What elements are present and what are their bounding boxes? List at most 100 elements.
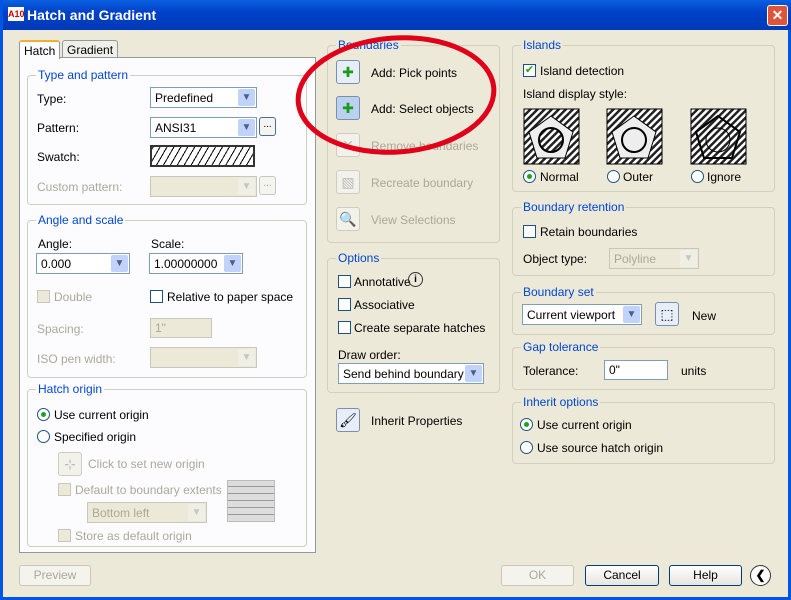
chevron-down-icon: ▼ bbox=[188, 504, 205, 521]
spacing-input[interactable]: 1" bbox=[150, 318, 212, 338]
angle-value: 0.000 bbox=[41, 257, 72, 271]
custom-pattern-browse-button[interactable]: ... bbox=[259, 176, 276, 195]
iso-pen-width-select[interactable]: ▼ bbox=[150, 347, 257, 368]
boundary-set-select[interactable]: Current viewport ▼ bbox=[522, 304, 642, 325]
angle-label: Angle: bbox=[38, 237, 73, 251]
inherit-source-origin-label: Use source hatch origin bbox=[537, 441, 664, 455]
default-extents-label: Default to boundary extents bbox=[75, 483, 222, 497]
group-legend: Boundaries bbox=[336, 38, 401, 52]
associative-label: Associative bbox=[354, 298, 415, 312]
angle-select[interactable]: 0.000 ▼ bbox=[36, 253, 130, 274]
group-legend: Hatch origin bbox=[36, 382, 105, 396]
specified-origin-radio[interactable] bbox=[37, 430, 50, 443]
ignore-style-icon bbox=[690, 108, 747, 165]
inherit-current-origin-radio[interactable] bbox=[520, 418, 533, 431]
inherit-source-origin-radio[interactable] bbox=[520, 441, 533, 454]
preview-button[interactable]: Preview bbox=[19, 565, 91, 586]
double-label: Double bbox=[54, 290, 93, 304]
chevron-down-icon: ▼ bbox=[238, 349, 255, 366]
store-default-origin-checkbox[interactable] bbox=[58, 529, 71, 542]
help-button[interactable]: Help bbox=[669, 565, 742, 586]
set-origin-button[interactable]: ⊹ bbox=[58, 452, 82, 476]
object-type-select[interactable]: Polyline ▼ bbox=[609, 248, 699, 269]
island-detection-checkbox[interactable]: ✔ bbox=[523, 64, 536, 77]
magnifier-icon: 🔍 bbox=[339, 211, 357, 227]
group-legend: Boundary retention bbox=[521, 200, 627, 214]
island-normal-radio[interactable] bbox=[523, 170, 536, 183]
default-extents-checkbox[interactable] bbox=[58, 483, 71, 496]
island-normal-label: Normal bbox=[540, 170, 579, 184]
object-type-label: Object type: bbox=[523, 252, 588, 266]
pattern-select[interactable]: ANSI31 ▼ bbox=[150, 117, 257, 138]
group-legend: Gap tolerance bbox=[521, 340, 601, 354]
origin-position-select[interactable]: Bottom left ▼ bbox=[87, 502, 207, 523]
retain-boundaries-checkbox[interactable] bbox=[523, 225, 536, 238]
view-selections-label: View Selections bbox=[371, 213, 456, 227]
draw-order-select[interactable]: Send behind boundary ▼ bbox=[338, 363, 484, 384]
island-ignore-label: Ignore bbox=[707, 170, 742, 184]
group-legend: Angle and scale bbox=[36, 213, 126, 227]
scale-select[interactable]: 1.00000000 ▼ bbox=[149, 253, 243, 274]
tab-hatch[interactable]: Hatch bbox=[19, 40, 61, 59]
retain-boundaries-label: Retain boundaries bbox=[540, 225, 638, 239]
associative-checkbox[interactable] bbox=[338, 298, 351, 311]
iso-pen-width-label: ISO pen width: bbox=[37, 352, 116, 366]
add-select-objects-button[interactable]: ✚ bbox=[336, 96, 360, 120]
add-pick-points-icon: ✚ bbox=[342, 64, 354, 80]
group-legend: Inherit options bbox=[521, 395, 601, 409]
add-select-objects-label: Add: Select objects bbox=[371, 102, 474, 116]
pattern-label: Pattern: bbox=[37, 121, 80, 135]
type-value: Predefined bbox=[155, 91, 214, 105]
new-label: New bbox=[692, 309, 717, 323]
island-style-label: Island display style: bbox=[523, 87, 628, 101]
annotative-checkbox[interactable] bbox=[338, 275, 351, 288]
scale-label: Scale: bbox=[151, 237, 185, 251]
use-current-origin-radio[interactable] bbox=[37, 408, 50, 421]
separate-hatches-checkbox[interactable] bbox=[338, 321, 351, 334]
draw-order-label: Draw order: bbox=[338, 348, 401, 362]
island-outer-radio[interactable] bbox=[607, 170, 620, 183]
custom-pattern-select[interactable]: ▼ bbox=[150, 176, 257, 197]
title-bar: A10 Hatch and Gradient ✕ bbox=[3, 0, 791, 30]
type-select[interactable]: Predefined ▼ bbox=[150, 87, 257, 108]
draw-order-value: Send behind boundary bbox=[343, 367, 464, 381]
double-checkbox[interactable] bbox=[37, 290, 50, 303]
pattern-browse-button[interactable]: ... bbox=[259, 117, 276, 136]
info-icon[interactable]: i bbox=[408, 272, 423, 287]
add-select-objects-icon: ✚ bbox=[342, 100, 354, 116]
add-pick-points-button[interactable]: ✚ bbox=[336, 60, 360, 84]
origin-preview-icon bbox=[227, 480, 275, 522]
view-selections-button[interactable]: 🔍 bbox=[336, 207, 360, 231]
tab-gradient[interactable]: Gradient bbox=[62, 40, 119, 58]
select-cursor-icon: ⬚ bbox=[660, 306, 674, 322]
scale-value: 1.00000000 bbox=[154, 257, 218, 271]
close-button[interactable]: ✕ bbox=[767, 5, 788, 26]
separate-hatches-label: Create separate hatches bbox=[354, 321, 486, 335]
island-detection-label: Island detection bbox=[540, 64, 625, 78]
paintbrush-icon: 🖌 bbox=[339, 412, 357, 428]
remove-boundaries-button[interactable]: ✕ bbox=[336, 133, 360, 157]
new-boundary-set-button[interactable]: ⬚ bbox=[655, 302, 679, 326]
ok-button[interactable]: OK bbox=[501, 565, 574, 586]
island-outer-label: Outer bbox=[623, 170, 654, 184]
specified-origin-label: Specified origin bbox=[54, 430, 137, 444]
swatch-preview[interactable] bbox=[150, 145, 255, 167]
relative-paper-space-checkbox[interactable] bbox=[150, 290, 163, 303]
inherit-properties-button[interactable]: 🖌 bbox=[336, 408, 360, 432]
chevron-left-icon: ❮ bbox=[755, 568, 766, 582]
units-label: units bbox=[681, 364, 707, 378]
dialog-window: A10 Hatch and Gradient ✕ Hatch Gradient … bbox=[0, 0, 791, 600]
origin-position-value: Bottom left bbox=[92, 506, 150, 520]
recreate-boundary-button[interactable]: ▧ bbox=[336, 170, 360, 194]
collapse-arrow-button[interactable]: ❮ bbox=[750, 565, 771, 586]
chevron-down-icon: ▼ bbox=[623, 306, 640, 323]
store-default-origin-label: Store as default origin bbox=[75, 529, 192, 543]
normal-style-icon bbox=[523, 108, 580, 165]
click-set-origin-label: Click to set new origin bbox=[88, 457, 205, 471]
island-ignore-radio[interactable] bbox=[691, 170, 704, 183]
tolerance-input[interactable]: 0" bbox=[604, 360, 668, 380]
recreate-boundary-icon: ▧ bbox=[341, 174, 355, 190]
crosshair-icon: ⊹ bbox=[64, 456, 76, 472]
spacing-label: Spacing: bbox=[37, 322, 84, 336]
cancel-button[interactable]: Cancel bbox=[585, 565, 659, 586]
